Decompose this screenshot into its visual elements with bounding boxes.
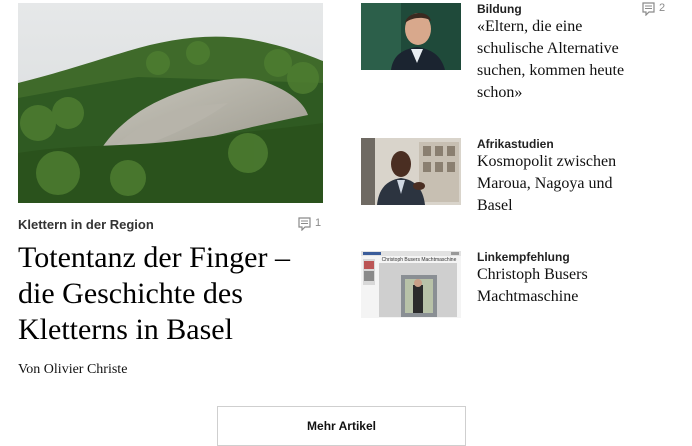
lead-article-title[interactable]: Totentanz der Finger – die Geschichte de…	[18, 240, 323, 348]
teaser-title-linkempfehlung[interactable]: Christoph Busers Machtmaschine	[477, 264, 652, 308]
lead-byline: Von Olivier Christe	[18, 362, 128, 377]
comment-bubble-icon	[298, 217, 311, 231]
lead-kicker: Klettern in der Region	[18, 217, 154, 232]
lead-comment-count[interactable]: 1	[298, 217, 321, 231]
comment-count: 2	[659, 2, 666, 14]
teaser-comment-count[interactable]: 2	[642, 2, 665, 16]
thumbnail-heading: Christoph Busers Machtmaschine	[381, 257, 457, 263]
comment-bubble-icon	[642, 2, 655, 16]
teaser-thumbnail-linkempfehlung[interactable]: Christoph Busers Machtmaschine	[361, 251, 461, 318]
more-articles-button[interactable]: Mehr Artikel	[217, 406, 466, 446]
comment-count: 1	[315, 217, 322, 229]
teaser-kicker-linkempfehlung: Linkempfehlung	[477, 250, 570, 264]
teaser-title-bildung[interactable]: «Eltern, die eine schulische Alternative…	[477, 16, 652, 104]
teaser-kicker-afrikastudien: Afrikastudien	[477, 137, 554, 151]
teaser-thumbnail-bildung[interactable]	[361, 3, 461, 70]
lead-article-image[interactable]	[18, 3, 323, 203]
teaser-thumbnail-afrikastudien[interactable]	[361, 138, 461, 205]
teaser-title-afrikastudien[interactable]: Kosmopolit zwischen Maroua, Nagoya und B…	[477, 151, 652, 217]
teaser-kicker-bildung: Bildung	[477, 2, 522, 16]
